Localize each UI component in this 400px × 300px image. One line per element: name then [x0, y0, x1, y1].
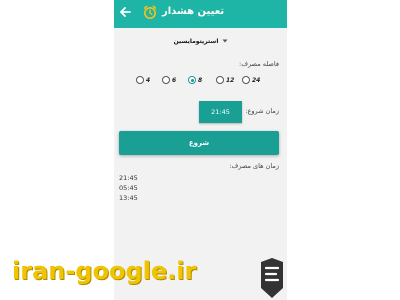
- radio-label: 12: [226, 76, 235, 84]
- radio-button[interactable]: [242, 76, 250, 84]
- start-button[interactable]: شروع: [119, 131, 279, 155]
- radio-button[interactable]: [216, 76, 224, 84]
- dose-times-list: 21:45 05:45 13:45: [119, 173, 179, 203]
- arrow-left-icon[interactable]: [118, 5, 132, 19]
- radio-label: 24: [252, 76, 261, 84]
- start-time-button[interactable]: 21:45: [199, 101, 242, 123]
- radio-button-checked[interactable]: [188, 76, 196, 84]
- drug-dropdown-value: استرپتومایسین: [173, 37, 219, 45]
- interval-option-12[interactable]: 12: [216, 74, 234, 86]
- radio-label: 8: [198, 76, 203, 84]
- list-item: 13:45: [119, 194, 138, 202]
- caret-down-icon: [222, 39, 228, 43]
- interval-option-8[interactable]: 8: [188, 74, 202, 86]
- start-time-label: زمان شروع:: [245, 107, 279, 115]
- drug-dropdown[interactable]: استرپتومایسین: [164, 35, 239, 47]
- screenshot-stage: تعیین هشدار استرپتومایسین فاصله مصرف: 4 …: [0, 0, 400, 300]
- radio-label: 6: [172, 76, 177, 84]
- list-item: 05:45: [119, 184, 138, 192]
- app-bar: تعیین هشدار: [114, 0, 287, 28]
- radio-button[interactable]: [162, 76, 170, 84]
- interval-option-24[interactable]: 24: [242, 74, 260, 86]
- watermark-text: iran-google.ir: [12, 257, 197, 285]
- radio-label: 4: [146, 76, 151, 84]
- bookmark-logo-icon: [261, 258, 283, 298]
- interval-option-6[interactable]: 6: [162, 74, 176, 86]
- interval-label: فاصله مصرف:: [239, 60, 279, 68]
- list-item: 21:45: [119, 174, 138, 182]
- interval-option-4[interactable]: 4: [136, 74, 150, 86]
- alarm-clock-icon: [143, 5, 157, 19]
- app-title: تعیین هشدار: [162, 6, 225, 17]
- interval-radio-group: 4 6 8 12 24: [136, 74, 286, 88]
- radio-button[interactable]: [136, 76, 144, 84]
- dose-times-label: زمان های مصرف:: [229, 162, 279, 170]
